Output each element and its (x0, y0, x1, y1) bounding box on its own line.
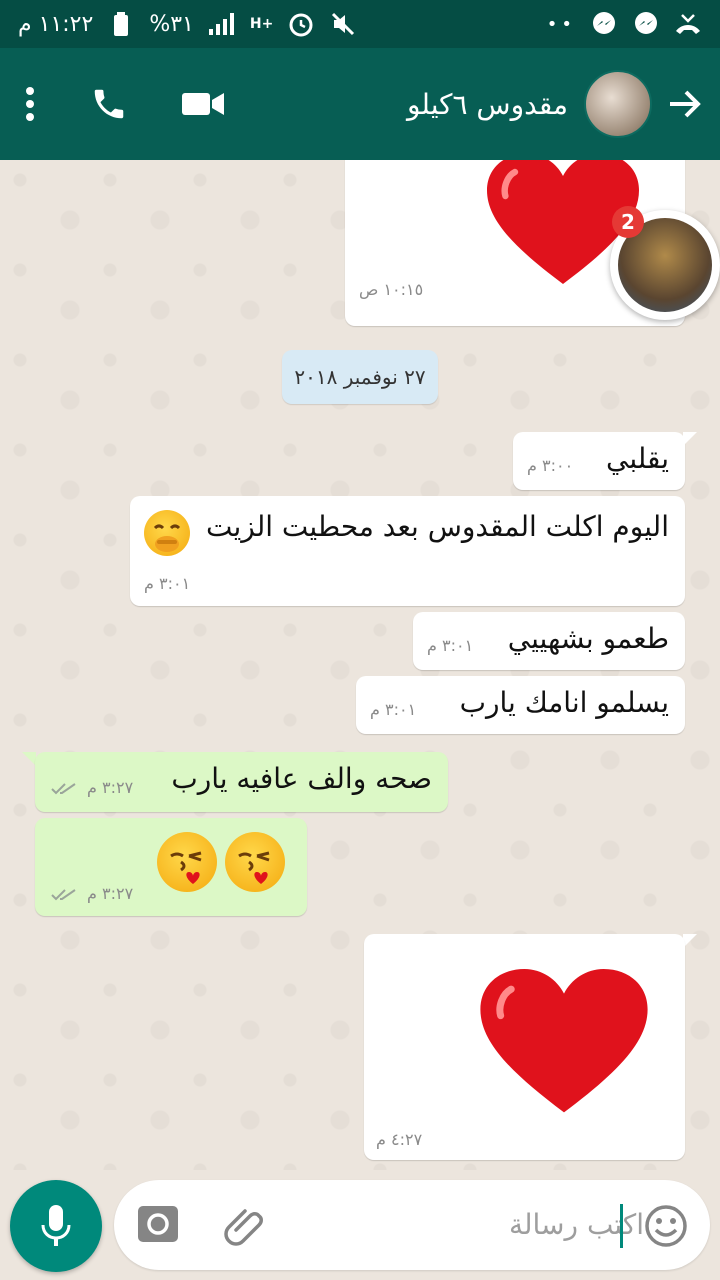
message-text: صحه والف عافيه يارب (171, 762, 432, 795)
message-time: ١٠:١٥ ص (359, 280, 424, 299)
emoji-icon[interactable] (644, 1204, 688, 1252)
status-right: •• (547, 10, 702, 38)
avatar[interactable] (584, 70, 652, 138)
message-time: ٣:٢٧ م (87, 884, 134, 903)
message-time: ٣:٢٧ م (87, 778, 134, 797)
sticker-message[interactable]: ٤:٢٧ م (364, 934, 685, 1160)
message-time: ٣:٠٠ م (527, 456, 574, 475)
message-time: ٣:٠١ م (144, 574, 191, 593)
chat-area[interactable]: ١٠:١٥ ص 2 ٢٧ نوفمبر ٢٠١٨ يقلبي ٣:٠٠ م ال… (0, 160, 720, 1170)
bubble-tail (683, 432, 697, 446)
red-heart-sticker (480, 968, 648, 1113)
outgoing-emoji-message[interactable]: ٣:٢٧ م (35, 818, 307, 916)
message-input-container[interactable]: اكتب رسالة (114, 1180, 710, 1270)
video-call-icon[interactable] (182, 89, 224, 119)
messenger-icon-2 (632, 10, 660, 38)
mute-icon (329, 10, 357, 38)
incoming-message[interactable]: يسلمو انامك يارب ٣:٠١ م (356, 676, 685, 734)
attach-icon[interactable] (224, 1204, 266, 1250)
alarm-icon (287, 10, 315, 38)
message-text: اليوم اكلت المقدوس بعد محطيت الزيت (205, 510, 669, 543)
double-check-icon (51, 783, 76, 795)
message-input[interactable]: اكتب رسالة (454, 1208, 644, 1244)
status-time: ١١:٢٢ م (18, 11, 94, 37)
message-text: يسلمو انامك يارب (459, 686, 669, 719)
text-caret (620, 1204, 623, 1248)
message-text: طعمو بشهييي (507, 622, 669, 655)
message-text: يقلبي (605, 442, 669, 475)
battery-percent: %٣١ (149, 11, 194, 37)
date-divider: ٢٧ نوفمبر ٢٠١٨ (282, 350, 438, 404)
header-actions (24, 85, 224, 123)
network-type: H+ (249, 16, 274, 32)
hand-over-mouth-emoji (144, 510, 190, 556)
input-bar: اكتب رسالة (0, 1170, 720, 1280)
battery-icon (107, 10, 135, 38)
phone-icon[interactable] (90, 85, 128, 123)
double-check-icon (51, 889, 76, 901)
message-time: ٣:٠١ م (370, 700, 417, 719)
chat-header: مقدوس ٦كيلو (0, 48, 720, 160)
kissing-face-emoji (225, 832, 285, 892)
missed-call-icon (674, 10, 702, 38)
mic-icon (41, 1205, 71, 1246)
incoming-message[interactable]: اليوم اكلت المقدوس بعد محطيت الزيت ٣:٠١ … (130, 496, 685, 606)
message-time: ٤:٢٧ م (376, 1130, 423, 1149)
contact-name[interactable]: مقدوس ٦كيلو (407, 88, 568, 121)
notification-dots: •• (546, 13, 576, 35)
more-vert-icon[interactable] (24, 86, 36, 122)
incoming-message[interactable]: طعمو بشهييي ٣:٠١ م (413, 612, 685, 670)
mic-button[interactable] (10, 1180, 102, 1272)
message-time: ٣:٠١ م (427, 636, 474, 655)
bubble-tail (683, 934, 697, 948)
back-arrow-icon[interactable] (668, 89, 702, 119)
signal-icon (208, 10, 236, 38)
status-left: ١١:٢٢ م %٣١ H+ (18, 10, 357, 38)
messenger-icon (590, 10, 618, 38)
outgoing-message[interactable]: صحه والف عافيه يارب ٣:٢٧ م (35, 752, 448, 812)
incoming-message[interactable]: يقلبي ٣:٠٠ م (513, 432, 685, 490)
kissing-face-emoji (157, 832, 217, 892)
bubble-tail (22, 752, 36, 766)
unread-badge: 2 (612, 206, 644, 238)
header-contact[interactable]: مقدوس ٦كيلو (407, 70, 702, 138)
camera-icon[interactable] (138, 1206, 178, 1246)
status-bar: ١١:٢٢ م %٣١ H+ •• (0, 0, 720, 48)
